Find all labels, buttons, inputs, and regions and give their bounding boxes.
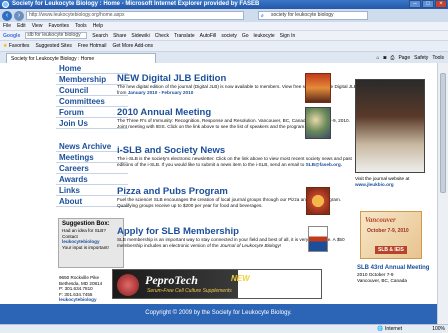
banner-tagline: Serum-Free Cell Culture Supplements: [147, 288, 232, 294]
jlb-journal-image[interactable]: [355, 79, 425, 173]
digital-jlb-cover-image: [305, 73, 331, 103]
ie-logo-icon: [2, 1, 9, 8]
menu-favorites[interactable]: Favorites: [48, 22, 69, 30]
google-highlight-society[interactable]: society: [221, 31, 237, 40]
live-search-input[interactable]: ⌕ society for leukocyte biology: [258, 11, 368, 20]
forward-button[interactable]: ›: [14, 10, 24, 21]
google-highlight-leukocyte[interactable]: leukocyte: [254, 31, 275, 40]
window-title: Society for Leukocyte Biology : Home - M…: [12, 1, 260, 7]
nav-divider: [56, 129, 128, 141]
tab-bar: Society for Leukocyte Biology : Home ⌂ ◙…: [0, 51, 448, 64]
news-title-islb[interactable]: i-SLB and Society News: [117, 146, 357, 156]
annual-meeting-image[interactable]: Vancouver October 7-9, 2010 SLB & IEIS: [360, 211, 422, 259]
safety-menu[interactable]: Safety: [414, 54, 428, 62]
window-controls: – □ ×: [409, 0, 447, 8]
menu-view[interactable]: View: [32, 22, 43, 30]
fav-suggested-sites[interactable]: Suggested Sites: [35, 41, 71, 51]
window-title-bar: Society for Leukocyte Biology : Home - M…: [0, 0, 448, 9]
zone-label: Internet: [385, 326, 402, 332]
command-bar: ⌂ ◙ ⎙ Page Safety Tools: [376, 54, 444, 62]
banner-new-badge: NEW: [231, 274, 250, 283]
fav-free-hotmail[interactable]: Free Hotmail: [78, 41, 107, 51]
banner-brand: PeproTech: [145, 273, 198, 287]
scrollbar-thumb[interactable]: [440, 73, 446, 193]
news-item: i-SLB and Society News The i-SLB is the …: [117, 146, 357, 168]
menu-bar: File Edit View Favorites Tools Help: [0, 22, 448, 30]
home-icon[interactable]: ⌂: [376, 54, 379, 62]
zoom-level[interactable]: 100%: [432, 325, 445, 333]
peprotech-ad-banner[interactable]: PeproTech Serum-Free Cell Culture Supple…: [112, 269, 322, 299]
status-bar: 🌐 Internet 100%: [0, 324, 448, 333]
google-toolbar: Google slb for leukocyte biology Search …: [0, 30, 448, 40]
google-share-button[interactable]: Share: [113, 31, 126, 40]
suggestion-title: Suggestion Box:: [62, 221, 110, 227]
journal-caption: Visit the journal website at www.jleukbi…: [355, 176, 425, 188]
favorites-button[interactable]: ★ Favorites: [3, 41, 29, 51]
google-sign-in[interactable]: Sign In: [280, 31, 296, 40]
google-autofill-button[interactable]: AutoFill: [200, 31, 217, 40]
menu-help[interactable]: Help: [93, 22, 103, 30]
security-zone: 🌐 Internet: [377, 325, 402, 333]
fav-get-more-addons[interactable]: Get More Add-ons: [112, 41, 153, 51]
vertical-scrollbar[interactable]: [437, 63, 448, 324]
tools-menu[interactable]: Tools: [432, 54, 444, 62]
google-search-input[interactable]: slb for leukocyte biology: [25, 32, 88, 39]
meeting-img-dates: October 7-9, 2010: [367, 228, 409, 234]
journal-link[interactable]: www.jleukbio.org: [355, 182, 425, 188]
footer-copyright: Copyright © 2009 by the Society for Leuk…: [0, 304, 437, 324]
favorites-label: Favorites: [8, 43, 30, 49]
nav-committees[interactable]: Committees: [56, 96, 128, 107]
google-sidewiki-button[interactable]: Sidewiki: [131, 31, 149, 40]
meeting-title[interactable]: SLB 43rd Annual Meeting: [357, 265, 435, 272]
news-email-link[interactable]: SLB@faseb.org.: [306, 162, 342, 167]
google-logo: Google: [3, 32, 21, 39]
page-content: Home Membership Council Committees Forum…: [0, 63, 437, 324]
pizza-image: [306, 187, 330, 215]
star-icon: ★: [3, 43, 8, 49]
news-link[interactable]: January 2010 - February 2010: [128, 90, 194, 95]
news-body: The i-SLB is the society's electronic ne…: [117, 156, 357, 168]
close-icon[interactable]: ×: [435, 0, 447, 8]
meeting-photo-image: [305, 107, 331, 139]
meeting-img-city: Vancouver: [365, 216, 396, 224]
menu-edit[interactable]: Edit: [17, 22, 26, 30]
google-translate-button[interactable]: Translate: [174, 31, 195, 40]
slb-logo-image: [308, 226, 328, 252]
nav-awards[interactable]: Awards: [56, 174, 128, 185]
print-icon[interactable]: ⎙: [390, 54, 394, 62]
feeds-icon[interactable]: ◙: [383, 54, 386, 62]
suggestion-line3: Your input is important!: [62, 244, 109, 250]
menu-tools[interactable]: Tools: [75, 22, 87, 30]
page-menu[interactable]: Page: [398, 54, 410, 62]
jlb-cover-image: [355, 79, 425, 173]
search-icon: ⌕: [261, 13, 264, 19]
google-check-button[interactable]: Check: [155, 31, 169, 40]
back-button[interactable]: ‹: [2, 10, 12, 21]
maximize-icon[interactable]: □: [422, 0, 434, 8]
peprotech-logo-icon: [117, 274, 139, 296]
minimize-icon[interactable]: –: [409, 0, 421, 8]
journal-name: Journal of Leukocyte Biology!: [219, 242, 282, 248]
live-search-value: society for leukocyte biology: [271, 12, 334, 18]
favorites-bar: ★ Favorites Suggested Sites Free Hotmail…: [0, 40, 448, 51]
url-input[interactable]: http://www.leukocytebiology.org/home.asp…: [26, 11, 244, 20]
globe-icon: 🌐: [377, 326, 384, 332]
google-highlight-go[interactable]: Go: [242, 31, 249, 40]
menu-file[interactable]: File: [3, 22, 11, 30]
address-toolbar: ‹ › http://www.leukocytebiology.org/home…: [0, 9, 448, 22]
suggestion-box: Suggestion Box: Had an idea for SLB? Con…: [58, 218, 124, 268]
google-search-button[interactable]: Search: [92, 31, 108, 40]
meeting-sidebar-text: SLB 43rd Annual Meeting 2010 October 7-9…: [357, 265, 435, 283]
meeting-place: Vancouver, BC, Canada: [357, 277, 407, 283]
meeting-img-orgs: SLB & IEIS: [375, 246, 407, 254]
